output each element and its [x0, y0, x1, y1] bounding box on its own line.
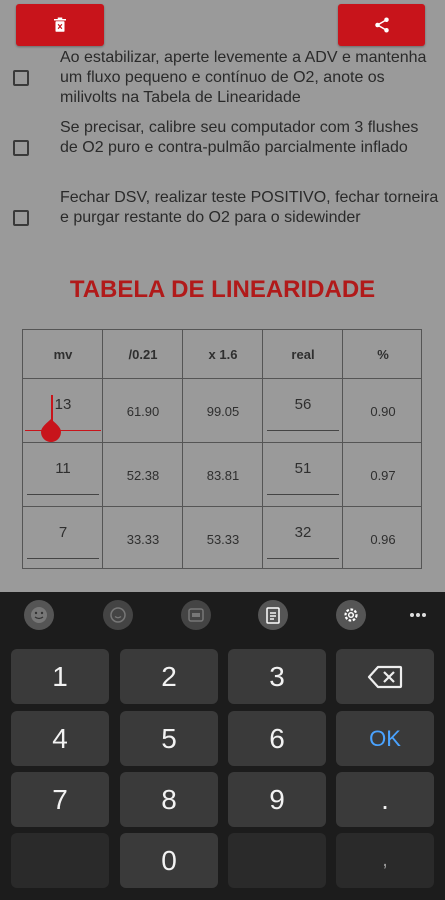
value-cell: 33.33	[126, 532, 160, 547]
percent-cell: 0.97	[370, 468, 396, 483]
input-underline	[27, 558, 99, 559]
emoji-icon[interactable]	[24, 600, 54, 630]
key-9[interactable]: 9	[228, 772, 326, 827]
key-4[interactable]: 4	[11, 711, 109, 766]
active-input-underline	[25, 430, 101, 431]
key-3[interactable]: 3	[228, 649, 326, 704]
checkbox[interactable]	[13, 210, 29, 226]
input-underline	[267, 494, 339, 495]
checkbox[interactable]	[13, 140, 29, 156]
real-input[interactable]: 51	[263, 460, 343, 477]
settings-gear-icon[interactable]	[336, 600, 366, 630]
more-options-icon[interactable]	[403, 600, 433, 630]
key-7[interactable]: 7	[11, 772, 109, 827]
checklist-text: Fechar DSV, realizar teste POSITIVO, fec…	[60, 189, 439, 226]
value-cell: 61.90	[126, 404, 160, 419]
key-1[interactable]: 1	[11, 649, 109, 704]
backspace-key[interactable]	[336, 649, 434, 704]
ok-key[interactable]: OK	[336, 711, 434, 766]
clipboard-icon[interactable]	[258, 600, 288, 630]
input-underline	[267, 430, 339, 431]
value-cell: 52.38	[126, 468, 160, 483]
input-underline	[27, 494, 99, 495]
share-button[interactable]	[338, 4, 425, 46]
trash-icon	[54, 17, 66, 32]
row-divider	[23, 378, 421, 379]
value-cell: 99.05	[206, 404, 240, 419]
header-x16: x 1.6	[208, 347, 238, 362]
blank-key	[11, 833, 109, 888]
header-div021: /0.21	[128, 347, 158, 362]
key-comma[interactable]: ,	[336, 833, 434, 888]
real-input[interactable]: 32	[263, 524, 343, 541]
mv-input[interactable]: 13	[23, 396, 103, 413]
mv-input[interactable]: 11	[23, 460, 103, 477]
real-input[interactable]: 56	[263, 396, 343, 413]
key-0[interactable]: 0	[120, 833, 218, 888]
gif-icon[interactable]	[181, 600, 211, 630]
checklist-text: Se precisar, calibre seu computador com …	[60, 119, 419, 156]
backspace-icon	[367, 665, 403, 688]
row-divider	[23, 442, 421, 443]
row-divider	[23, 506, 421, 507]
blank-key	[228, 833, 326, 888]
top-bar	[0, 0, 445, 50]
sticker-icon[interactable]	[103, 600, 133, 630]
key-2[interactable]: 2	[120, 649, 218, 704]
percent-cell: 0.96	[370, 532, 396, 547]
key-8[interactable]: 8	[120, 772, 218, 827]
header-real: real	[291, 347, 315, 362]
keyboard-toolbar	[0, 592, 445, 637]
delete-button[interactable]	[16, 4, 104, 46]
linearity-table: mv /0.21 x 1.6 real % 13 61.90 99.05 56 …	[22, 329, 422, 569]
key-5[interactable]: 5	[120, 711, 218, 766]
table-title: TABELA DE LINEARIDADE	[69, 276, 376, 303]
value-cell: 83.81	[206, 468, 240, 483]
header-percent: %	[377, 347, 389, 362]
text-cursor-handle-icon[interactable]	[39, 393, 63, 443]
checklist-text: Ao estabilizar, aperte levemente a ADV e…	[60, 49, 427, 106]
key-period[interactable]: .	[336, 772, 434, 827]
checkbox[interactable]	[13, 70, 29, 86]
input-underline	[267, 558, 339, 559]
mv-input[interactable]: 7	[23, 524, 103, 541]
value-cell: 53.33	[206, 532, 240, 547]
numeric-keyboard: 1 2 3 4 5 6 OK 7 8 9 . 0 ,	[0, 592, 445, 900]
percent-cell: 0.90	[370, 404, 396, 419]
key-6[interactable]: 6	[228, 711, 326, 766]
header-mv: mv	[53, 347, 73, 362]
share-icon	[374, 17, 389, 33]
